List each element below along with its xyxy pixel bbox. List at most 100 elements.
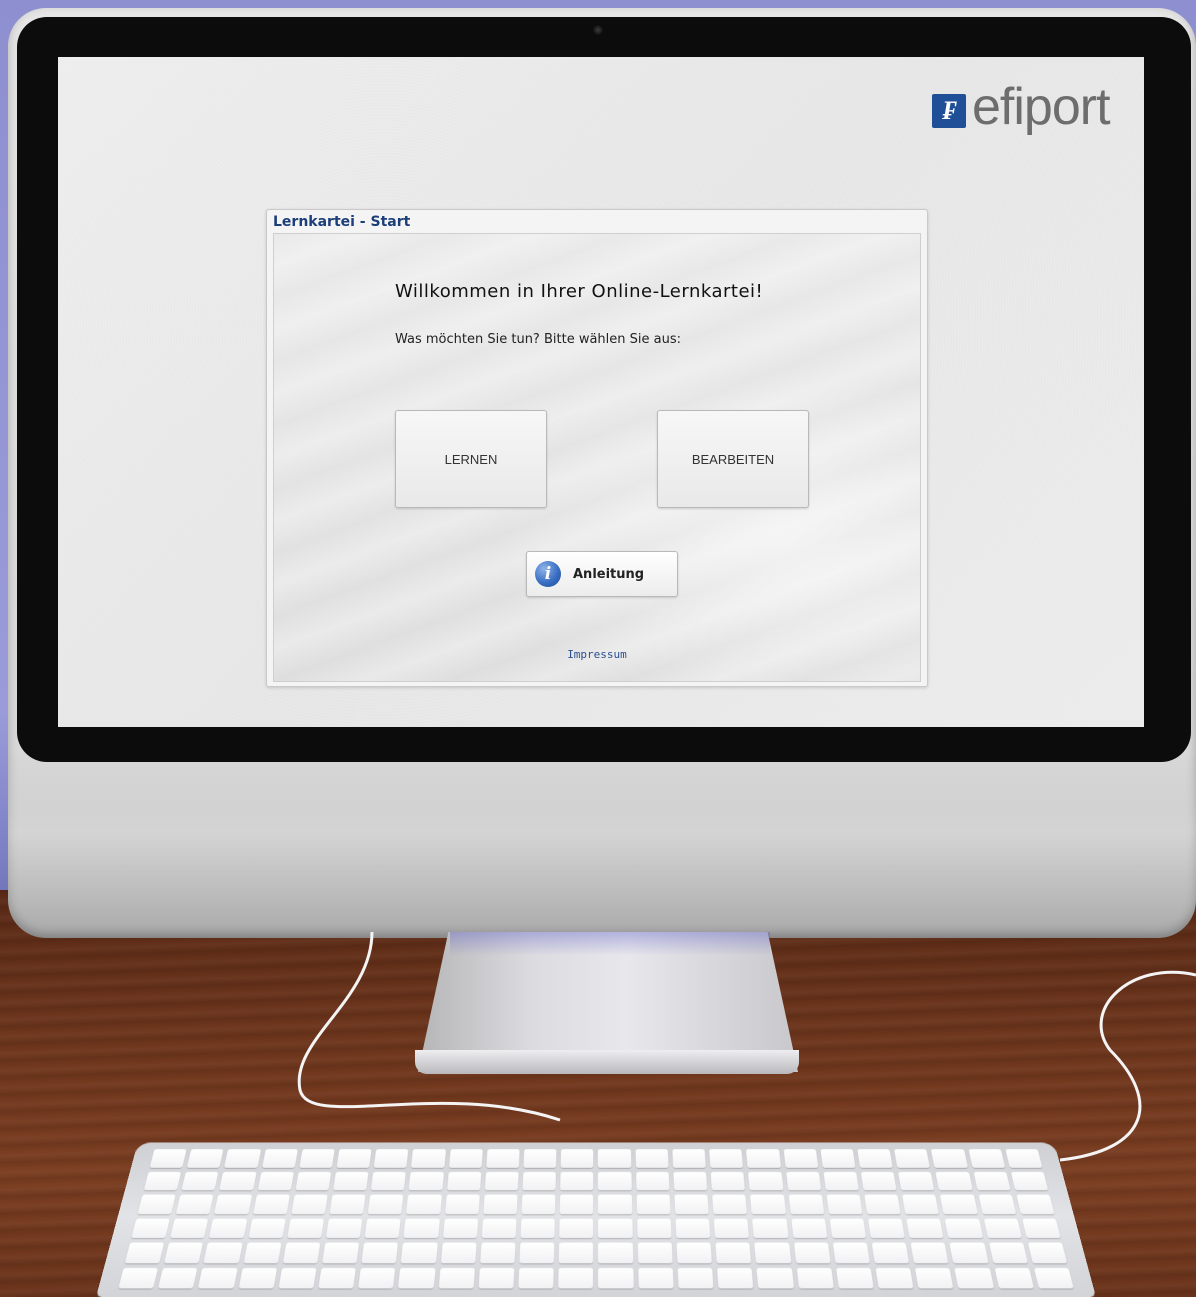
- keyboard-key: [287, 1218, 325, 1239]
- keyboard-key: [486, 1149, 520, 1168]
- keyboard-key: [988, 1242, 1028, 1263]
- keyboard-key: [164, 1242, 204, 1263]
- keyboard-key: [1027, 1242, 1068, 1263]
- keyboard-key: [521, 1194, 556, 1214]
- keyboard-key: [1021, 1218, 1061, 1239]
- keyboard-key: [894, 1149, 931, 1168]
- keyboard-key: [440, 1242, 477, 1263]
- monitor-stand-foot: [415, 1050, 799, 1074]
- keyboard-key: [754, 1242, 791, 1263]
- brand-logo: ₣ efiport: [932, 77, 1111, 137]
- keyboard-key: [448, 1149, 483, 1168]
- keyboard-key: [519, 1242, 555, 1263]
- edit-button[interactable]: BEARBEITEN: [657, 410, 809, 508]
- keyboard-key: [598, 1267, 634, 1289]
- keyboard-key: [906, 1218, 944, 1239]
- keyboard-key: [674, 1194, 709, 1214]
- keyboard-key: [949, 1242, 989, 1263]
- keyboard-key: [364, 1218, 402, 1239]
- keyboard-key: [635, 1171, 670, 1191]
- keyboard-key: [209, 1218, 248, 1239]
- keyboard-key: [637, 1242, 673, 1263]
- keyboard-key: [954, 1267, 994, 1289]
- keyboard-key: [598, 1149, 632, 1168]
- edit-button-label: BEARBEITEN: [691, 451, 775, 467]
- keyboard-key: [820, 1149, 856, 1168]
- keyboard-key: [518, 1267, 554, 1289]
- keyboard-key: [978, 1194, 1016, 1214]
- keyboard-key: [333, 1171, 369, 1191]
- keyboard-key: [826, 1194, 863, 1214]
- keyboard-key: [444, 1194, 480, 1214]
- keyboard-key: [748, 1171, 784, 1191]
- keyboard-key: [1016, 1194, 1055, 1214]
- keyboard-key: [559, 1218, 594, 1239]
- welcome-heading: Willkommen in Ihrer Online-Lernkartei!: [395, 281, 764, 302]
- learn-button[interactable]: LERNEN: [395, 410, 547, 508]
- keyboard-key: [935, 1171, 973, 1191]
- keyboard-key: [299, 1149, 335, 1168]
- keyboard-key: [480, 1242, 516, 1263]
- keyboard-key: [560, 1149, 594, 1168]
- learn-button-label: LERNEN: [444, 451, 498, 467]
- keyboard-key: [636, 1194, 671, 1214]
- window-content: Willkommen in Ihrer Online-Lernkartei! W…: [273, 233, 921, 682]
- keyboard-key: [860, 1171, 897, 1191]
- keyboard-key: [902, 1194, 940, 1214]
- keyboard-key: [857, 1149, 893, 1168]
- keyboard-key: [483, 1194, 518, 1214]
- keyboard-key: [175, 1194, 214, 1214]
- keyboard-key: [329, 1194, 366, 1214]
- keyboard-key: [484, 1171, 519, 1191]
- keyboard-key: [318, 1267, 357, 1289]
- keyboard-key: [559, 1194, 594, 1214]
- keyboard-key: [336, 1149, 372, 1168]
- app-window: Lernkartei - Start Willkommen in Ihrer O…: [266, 209, 928, 687]
- keyboard-key: [238, 1267, 278, 1289]
- keyboard-key: [875, 1267, 914, 1289]
- keyboard-key: [261, 1149, 298, 1168]
- monitor-chin: [8, 762, 1196, 938]
- keyboard-key: [523, 1149, 557, 1168]
- help-button-label: Anleitung: [573, 566, 645, 582]
- keyboard-key: [790, 1218, 828, 1239]
- keyboard-key: [224, 1149, 261, 1168]
- keyboard-key: [248, 1218, 286, 1239]
- keyboard-key: [709, 1149, 744, 1168]
- keyboard-key: [940, 1194, 978, 1214]
- camera-icon: [593, 25, 603, 35]
- keyboard-key: [401, 1242, 438, 1263]
- info-icon: i: [535, 561, 561, 587]
- keyboard-key: [181, 1171, 219, 1191]
- keyboard-key: [1010, 1171, 1049, 1191]
- keyboard-key: [793, 1242, 831, 1263]
- keyboard-key: [481, 1218, 517, 1239]
- efiport-logo-icon: ₣: [932, 94, 966, 128]
- keyboard-key: [403, 1218, 440, 1239]
- keyboard-key: [914, 1267, 954, 1289]
- keyboard-key: [149, 1149, 187, 1168]
- keyboard-key: [358, 1267, 396, 1289]
- keyboard-key: [219, 1171, 257, 1191]
- help-button[interactable]: i Anleitung: [526, 551, 678, 597]
- keyboard-key: [710, 1171, 746, 1191]
- keyboard-key: [994, 1267, 1034, 1289]
- keyboard-key: [675, 1218, 711, 1239]
- keyboard-key: [143, 1171, 182, 1191]
- keyboard-key: [973, 1171, 1011, 1191]
- keyboard-key: [1005, 1149, 1043, 1168]
- keyboard-key: [203, 1242, 243, 1263]
- keyboard-key: [187, 1149, 224, 1168]
- keyboard-key: [867, 1218, 905, 1239]
- keyboard-key: [371, 1171, 407, 1191]
- keyboard-key: [257, 1171, 294, 1191]
- impressum-link[interactable]: Impressum: [274, 648, 920, 661]
- keyboard-key: [713, 1218, 750, 1239]
- keyboard-key: [558, 1242, 594, 1263]
- keyboard-key: [118, 1267, 159, 1289]
- keyboard-key: [968, 1149, 1005, 1168]
- keyboard-key: [677, 1267, 714, 1289]
- keyboard-key: [750, 1194, 786, 1214]
- keyboard-key: [672, 1149, 706, 1168]
- window-title: Lernkartei - Start: [273, 214, 411, 230]
